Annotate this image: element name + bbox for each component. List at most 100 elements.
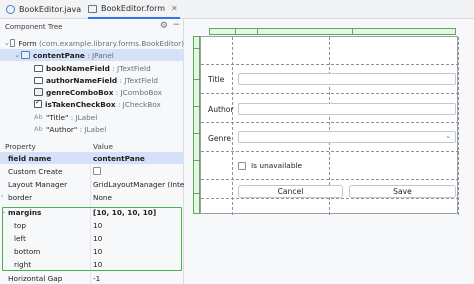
chevron-down-icon[interactable]: ⌄ bbox=[13, 51, 21, 59]
checkbox-label: Is unavailable bbox=[251, 161, 303, 170]
property-row-horizontal-gap[interactable]: Horizontal Gap -1 bbox=[0, 272, 184, 284]
column-header-cell[interactable] bbox=[257, 28, 353, 35]
combo-box-icon bbox=[34, 88, 43, 96]
form-file-icon bbox=[88, 4, 97, 13]
row-header-cell[interactable] bbox=[193, 193, 200, 214]
cancel-button[interactable]: Cancel bbox=[238, 185, 343, 198]
property-value[interactable]: contentPane bbox=[93, 154, 145, 163]
property-key: margins bbox=[8, 208, 42, 217]
chevron-right-icon[interactable]: › bbox=[1, 193, 3, 200]
content-pane[interactable]: Title Author Genre ⌄ Is unavailable Canc… bbox=[200, 36, 459, 215]
tree-item-type: : JLabel bbox=[79, 124, 107, 134]
genre-combo-box[interactable]: ⌄ bbox=[238, 131, 456, 143]
custom-create-checkbox[interactable] bbox=[93, 167, 101, 175]
property-row-field-name[interactable]: field name contentPane bbox=[0, 152, 184, 164]
tree-item-form[interactable]: ⌄ Form (com.example.library.forms.BookEd… bbox=[0, 37, 184, 49]
property-row-margin-bottom[interactable]: bottom 10 bbox=[0, 245, 184, 257]
tree-item-authornamefield[interactable]: authorNameField : JTextField bbox=[0, 74, 184, 86]
property-key: bottom bbox=[14, 247, 41, 256]
tree-item-name: genreComboBox bbox=[46, 87, 114, 97]
property-row-custom-create[interactable]: Custom Create bbox=[0, 165, 184, 177]
tree-item-type: (com.example.library.forms.BookEditor) bbox=[39, 38, 184, 48]
book-name-field[interactable] bbox=[238, 73, 456, 85]
tree-item-type: : JCheckBox bbox=[117, 99, 161, 109]
row-header-cell[interactable] bbox=[193, 79, 200, 107]
tree-item-name: Form bbox=[18, 38, 37, 48]
property-value[interactable]: [10, 10, 10, 10] bbox=[93, 208, 156, 217]
column-header-cell[interactable] bbox=[209, 28, 236, 35]
tree-item-type: : JTextField bbox=[112, 63, 151, 73]
property-value[interactable]: GridLayoutManager (Inte... bbox=[93, 180, 191, 189]
property-key: top bbox=[14, 221, 26, 230]
save-button[interactable]: Save bbox=[349, 185, 456, 198]
tree-item-type: : JTextField bbox=[119, 75, 159, 85]
tree-item-author-label[interactable]: Ab "Author" : JLabel bbox=[0, 123, 184, 135]
property-value[interactable]: 10 bbox=[93, 247, 102, 256]
checkbox-icon bbox=[34, 98, 42, 108]
tree-item-genrecombobox[interactable]: genreComboBox : JComboBox bbox=[0, 86, 184, 98]
tree-item-name: isTakenCheckBox bbox=[45, 99, 116, 109]
close-icon[interactable]: ✕ bbox=[171, 4, 178, 13]
tree-item-istakencheckbox[interactable]: isTakenCheckBox : JCheckBox bbox=[0, 98, 184, 110]
property-row-border[interactable]: › border None bbox=[0, 191, 184, 203]
row-ruler bbox=[193, 36, 200, 214]
grid-row-line bbox=[201, 151, 459, 152]
property-row-margin-top[interactable]: top 10 bbox=[0, 219, 184, 231]
component-tree-header: Component Tree ⚙ − bbox=[0, 19, 184, 35]
label-icon: Ab bbox=[34, 125, 43, 133]
form-designer-canvas[interactable]: Title Author Genre ⌄ Is unavailable Canc… bbox=[185, 19, 474, 284]
column-header-cell[interactable] bbox=[352, 28, 456, 35]
tab-bookeditor-java[interactable]: BookEditor.java bbox=[6, 0, 81, 19]
author-label[interactable]: Author bbox=[208, 105, 234, 114]
is-unavailable-checkbox[interactable]: Is unavailable bbox=[238, 161, 302, 170]
editor-tab-bar: BookEditor.java BookEditor.form ✕ bbox=[0, 0, 474, 19]
tree-item-name: bookNameField bbox=[46, 63, 110, 73]
text-field-icon bbox=[34, 76, 43, 84]
chevron-down-icon[interactable]: ⌄ bbox=[1, 208, 6, 215]
java-class-icon bbox=[6, 5, 15, 14]
chevron-down-icon[interactable]: ⌄ bbox=[4, 39, 10, 47]
row-header-cell[interactable] bbox=[193, 48, 200, 80]
tab-label: BookEditor.form bbox=[101, 4, 166, 13]
property-key: right bbox=[14, 260, 32, 269]
row-header-cell[interactable] bbox=[193, 160, 200, 194]
property-row-margin-left[interactable]: left 10 bbox=[0, 232, 184, 244]
label-icon: Ab bbox=[34, 113, 43, 121]
tree-item-title-label[interactable]: Ab "Title" : JLabel bbox=[0, 111, 184, 123]
chevron-down-icon: ⌄ bbox=[445, 132, 451, 140]
property-value[interactable]: 10 bbox=[93, 260, 102, 269]
gear-icon[interactable]: ⚙ bbox=[160, 21, 168, 31]
tree-item-contentpane[interactable]: ⌄ contentPane : JPanel bbox=[0, 49, 184, 61]
tree-item-name: "Title" bbox=[46, 112, 69, 122]
component-tree-panel: Component Tree ⚙ − ⌄ Form (com.example.l… bbox=[0, 19, 191, 284]
property-row-margins[interactable]: ⌄ margins [10, 10, 10, 10] bbox=[0, 206, 184, 218]
tree-item-booknamefield[interactable]: bookNameField : JTextField bbox=[0, 62, 184, 74]
minimize-icon[interactable]: − bbox=[172, 20, 180, 30]
property-value[interactable]: -1 bbox=[93, 274, 100, 283]
property-key: Horizontal Gap bbox=[8, 274, 63, 283]
grid-row-line bbox=[201, 179, 459, 180]
property-value[interactable]: 10 bbox=[93, 221, 102, 230]
panel-title: Component Tree bbox=[5, 23, 63, 31]
title-label[interactable]: Title bbox=[208, 75, 224, 84]
genre-label[interactable]: Genre bbox=[208, 134, 231, 143]
property-value[interactable]: 10 bbox=[93, 234, 102, 243]
property-row-margin-right[interactable]: right 10 bbox=[0, 258, 184, 270]
value-column-header: Value bbox=[93, 141, 114, 151]
tree-item-type: : JComboBox bbox=[115, 87, 162, 97]
row-header-cell[interactable] bbox=[193, 106, 200, 134]
row-header-cell[interactable] bbox=[193, 133, 200, 161]
tab-bookeditor-form[interactable]: BookEditor.form ✕ bbox=[88, 0, 180, 19]
text-field-icon bbox=[34, 64, 43, 72]
property-key: border bbox=[8, 193, 33, 202]
grid-row-line bbox=[201, 64, 459, 65]
checkbox-box[interactable] bbox=[238, 161, 246, 170]
grid-row-line bbox=[201, 122, 459, 123]
column-header-cell[interactable] bbox=[235, 28, 258, 35]
property-row-layout-manager[interactable]: Layout Manager GridLayoutManager (Inte..… bbox=[0, 178, 191, 190]
property-key: field name bbox=[8, 154, 52, 163]
property-table-header: Property Value bbox=[0, 140, 184, 152]
author-name-field[interactable] bbox=[238, 103, 456, 115]
panel-icon bbox=[21, 51, 30, 59]
property-value[interactable]: None bbox=[93, 193, 112, 202]
